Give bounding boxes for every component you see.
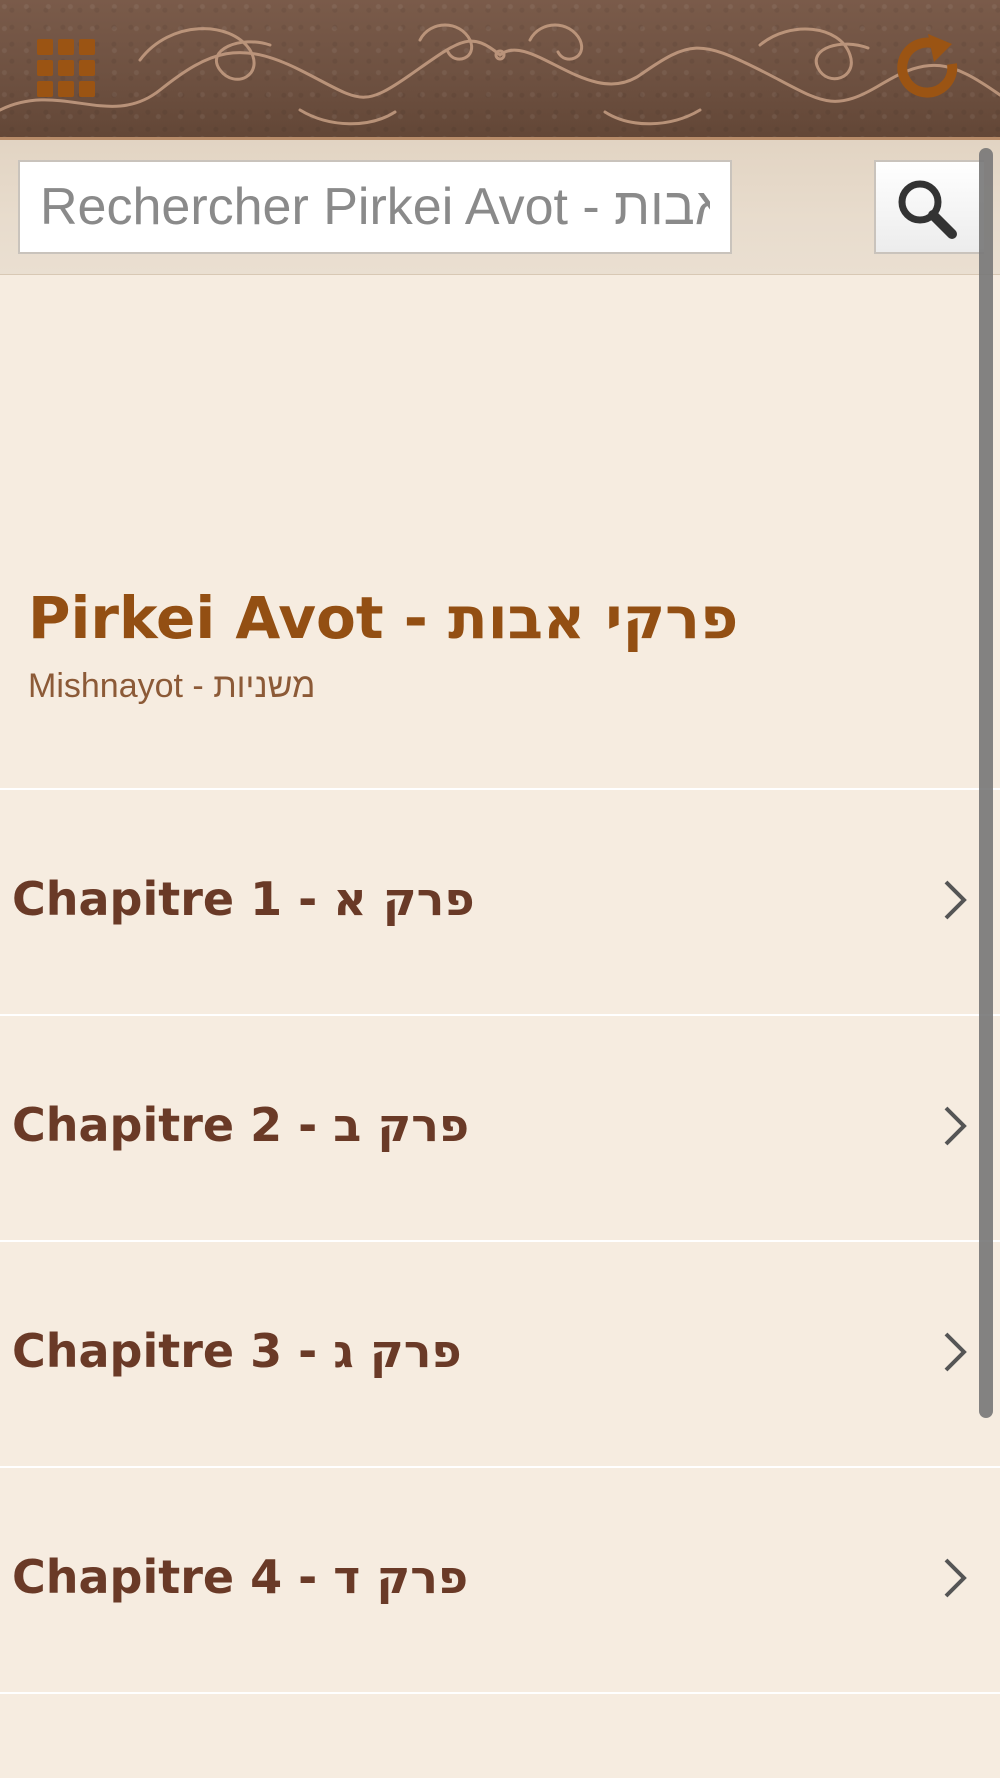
chapter-label: Chapitre 2 - פרק ב: [12, 1098, 470, 1152]
chevron-right-icon: [944, 1106, 967, 1146]
search-button[interactable]: [874, 160, 984, 254]
search-input[interactable]: [18, 160, 732, 254]
chapter-label: Chapitre 3 - פרק ג: [12, 1324, 462, 1378]
page-title: Pirkei Avot - פרקי אבות: [28, 584, 739, 652]
scrollbar[interactable]: [979, 148, 993, 1418]
search-icon: [898, 180, 957, 239]
chevron-right-icon: [944, 880, 967, 920]
chapter-item-3[interactable]: Chapitre 3 - פרק ג: [0, 1242, 1000, 1468]
apps-grid-icon: [37, 39, 95, 97]
chapter-item-2[interactable]: Chapitre 2 - פרק ב: [0, 1016, 1000, 1242]
refresh-button[interactable]: [890, 30, 966, 106]
chapter-list: Chapitre 1 - פרק א Chapitre 2 - פרק ב Ch…: [0, 788, 1000, 1694]
refresh-icon: [897, 34, 958, 98]
search-bar: [0, 140, 1000, 275]
chapter-item-1[interactable]: Chapitre 1 - פרק א: [0, 790, 1000, 1016]
book-header: Pirkei Avot - פרקי אבות Mishnayot - משני…: [0, 274, 1000, 788]
chevron-right-icon: [944, 1558, 967, 1598]
chevron-right-icon: [944, 1332, 967, 1372]
header-bar: [0, 0, 1000, 140]
apps-menu-button[interactable]: [34, 36, 100, 102]
chapter-item-4[interactable]: Chapitre 4 - פרק ד: [0, 1468, 1000, 1694]
chapter-label: Chapitre 4 - פרק ד: [12, 1550, 469, 1604]
chapter-label: Chapitre 1 - פרק א: [12, 872, 475, 926]
page-subtitle: Mishnayot - משניות: [28, 667, 316, 705]
header-ornament: [0, 23, 1000, 126]
